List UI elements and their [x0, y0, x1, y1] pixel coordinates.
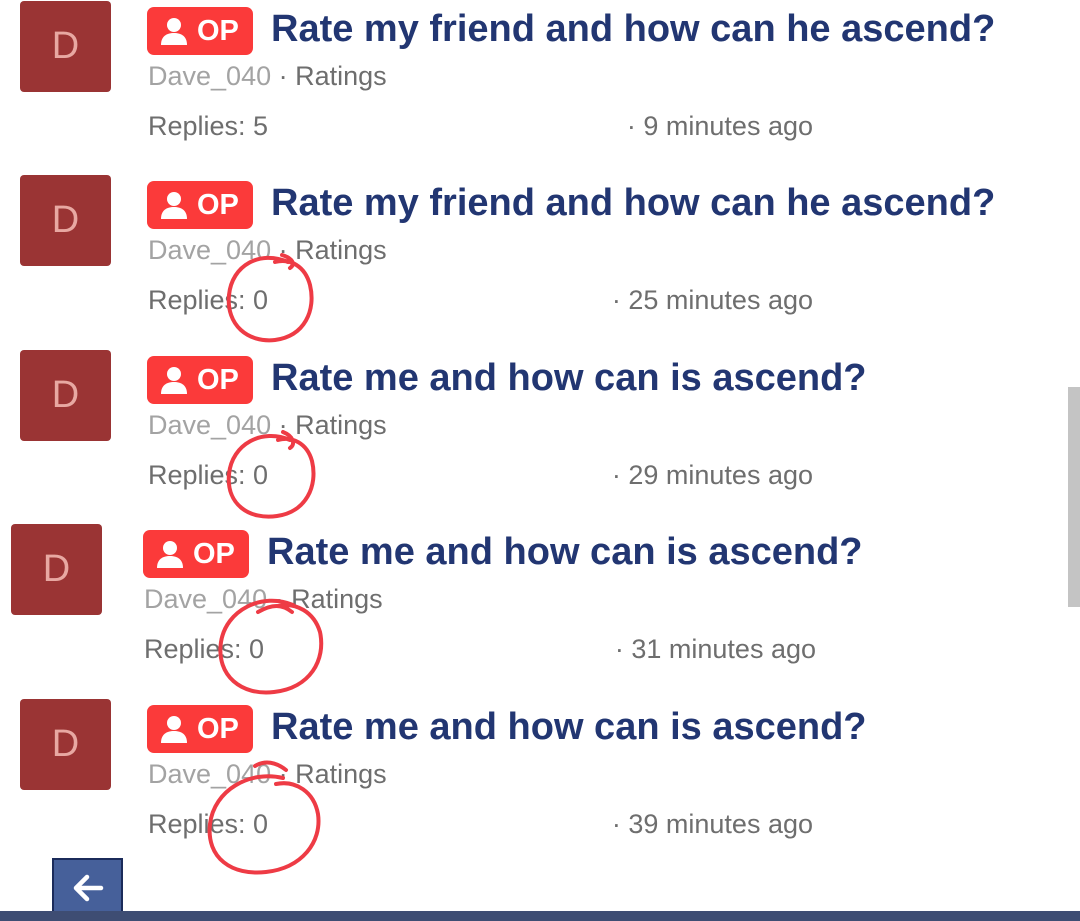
avatar[interactable]: D — [20, 175, 111, 266]
user-icon — [161, 716, 187, 743]
avatar-letter: D — [51, 723, 80, 765]
thread-category[interactable]: Ratings — [291, 584, 383, 614]
user-icon — [161, 367, 187, 394]
avatar-letter: D — [42, 548, 71, 590]
thread-meta: Dave_040 · Ratings — [148, 235, 387, 266]
avatar-letter: D — [51, 25, 80, 67]
thread-title[interactable]: Rate me and how can is ascend? — [271, 703, 867, 751]
op-badge: OP — [147, 356, 253, 404]
thread-title[interactable]: Rate me and how can is ascend? — [267, 528, 863, 576]
thread-item[interactable]: D OP Rate me and how can is ascend? Dave… — [0, 350, 1060, 520]
op-badge: OP — [147, 705, 253, 753]
op-badge-label: OP — [197, 363, 239, 396]
user-icon — [161, 192, 187, 219]
thread-item[interactable]: D OP Rate me and how can is ascend? Dave… — [0, 524, 1056, 694]
meta-separator: · — [271, 759, 296, 789]
reply-count: Replies: 0 — [144, 634, 265, 664]
arrow-left-icon — [73, 874, 103, 902]
reply-count: Replies: 0 — [148, 809, 269, 839]
user-icon — [161, 18, 187, 45]
thread-list-page: D OP Rate my friend and how can he ascen… — [0, 0, 1080, 921]
scrollbar[interactable] — [1068, 387, 1080, 607]
thread-category[interactable]: Ratings — [295, 61, 387, 91]
op-badge-label: OP — [197, 712, 239, 745]
thread-author[interactable]: Dave_040 — [148, 410, 271, 440]
thread-title[interactable]: Rate me and how can is ascend? — [271, 354, 867, 402]
thread-item[interactable]: D OP Rate me and how can is ascend? Dave… — [0, 699, 1060, 869]
thread-author[interactable]: Dave_040 — [144, 584, 267, 614]
user-icon — [157, 541, 183, 568]
op-badge-label: OP — [197, 14, 239, 47]
thread-meta: Dave_040 · Ratings — [148, 410, 387, 441]
avatar[interactable]: D — [11, 524, 102, 615]
meta-separator: · — [267, 584, 292, 614]
thread-time: · 9 minutes ago — [626, 111, 813, 141]
thread-author[interactable]: Dave_040 — [148, 61, 271, 91]
op-badge: OP — [147, 181, 253, 229]
op-badge-label: OP — [193, 537, 235, 570]
thread-item[interactable]: D OP Rate my friend and how can he ascen… — [0, 175, 1060, 345]
avatar[interactable]: D — [20, 699, 111, 790]
thread-time: · 31 minutes ago — [614, 634, 816, 664]
avatar-letter: D — [51, 199, 80, 241]
thread-title[interactable]: Rate my friend and how can he ascend? — [271, 5, 995, 53]
meta-separator: · — [271, 61, 296, 91]
op-badge: OP — [143, 530, 249, 578]
avatar-letter: D — [51, 374, 80, 416]
thread-title[interactable]: Rate my friend and how can he ascend? — [271, 179, 995, 227]
thread-time: · 39 minutes ago — [611, 809, 813, 839]
thread-meta: Dave_040 · Ratings — [148, 759, 387, 790]
thread-category[interactable]: Ratings — [295, 235, 387, 265]
op-badge: OP — [147, 7, 253, 55]
thread-author[interactable]: Dave_040 — [148, 235, 271, 265]
thread-meta: Dave_040 · Ratings — [148, 61, 387, 92]
reply-count: Replies: 0 — [148, 285, 269, 315]
thread-category[interactable]: Ratings — [295, 410, 387, 440]
thread-meta: Dave_040 · Ratings — [144, 584, 383, 615]
reply-count: Replies: 0 — [148, 460, 269, 490]
avatar[interactable]: D — [20, 1, 111, 92]
avatar[interactable]: D — [20, 350, 111, 441]
bottom-bar — [0, 911, 1080, 921]
thread-time: · 29 minutes ago — [611, 460, 813, 490]
reply-count: Replies: 5 — [148, 111, 269, 141]
op-badge-label: OP — [197, 188, 239, 221]
back-button[interactable] — [52, 858, 123, 918]
meta-separator: · — [271, 235, 296, 265]
thread-item[interactable]: D OP Rate my friend and how can he ascen… — [0, 1, 1060, 171]
thread-category[interactable]: Ratings — [295, 759, 387, 789]
meta-separator: · — [271, 410, 296, 440]
thread-time: · 25 minutes ago — [611, 285, 813, 315]
thread-author[interactable]: Dave_040 — [148, 759, 271, 789]
